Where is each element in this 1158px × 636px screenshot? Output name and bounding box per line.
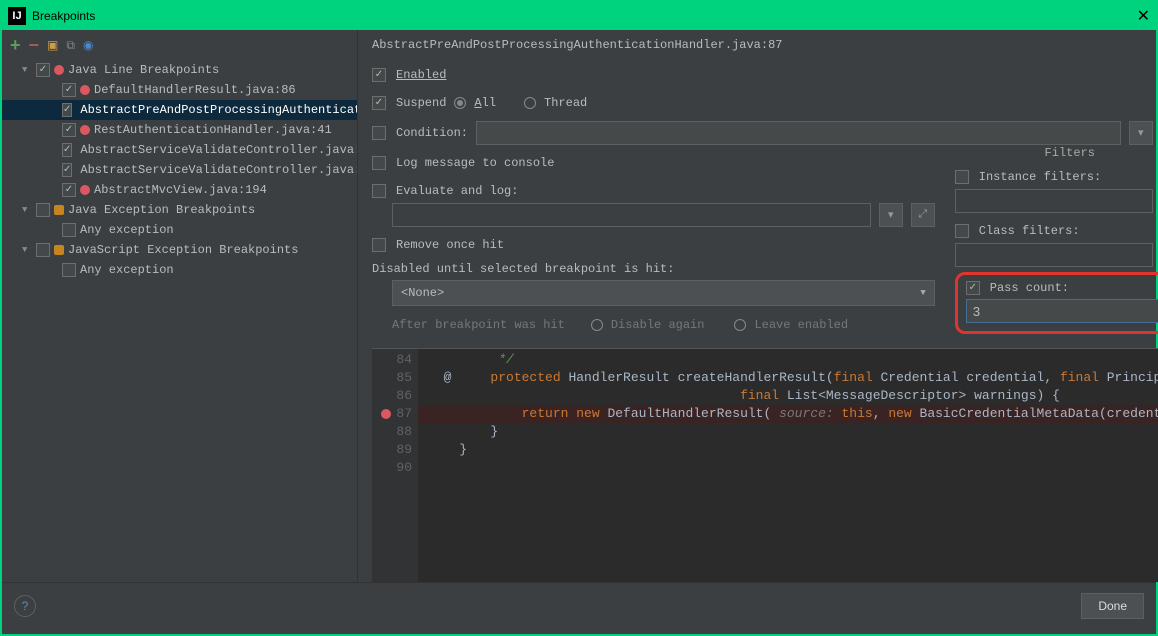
checkbox[interactable]	[62, 103, 72, 117]
pass-count-highlight: Pass count:	[955, 272, 1158, 334]
instance-filters-input[interactable]	[955, 189, 1153, 213]
checkbox[interactable]	[62, 143, 72, 157]
remove-breakpoint-icon[interactable]: −	[29, 35, 40, 56]
close-icon[interactable]: ✕	[1137, 6, 1150, 26]
checkbox[interactable]	[36, 203, 50, 217]
checkbox[interactable]	[36, 243, 50, 257]
breakpoint-dot-icon[interactable]	[381, 409, 391, 419]
checkbox[interactable]	[62, 223, 76, 237]
checkbox[interactable]	[62, 123, 76, 137]
enabled-checkbox[interactable]: Enabled	[372, 68, 446, 82]
checkbox[interactable]	[36, 63, 50, 77]
condition-input[interactable]	[476, 121, 1121, 145]
tree-item[interactable]: Any exception	[2, 260, 357, 280]
code-lines: */ @ protected HandlerResult createHandl…	[418, 349, 1158, 582]
tree-toolbar: + − ▣ ⧉ ◉	[2, 30, 357, 60]
evaluate-log-checkbox[interactable]: Evaluate and log:	[372, 184, 518, 198]
expand-icon[interactable]: ▼	[22, 245, 34, 255]
disabled-until-label: Disabled until selected breakpoint is hi…	[372, 262, 935, 276]
dialog-footer: ? Done	[2, 582, 1156, 628]
expand-icon[interactable]: ▼	[22, 65, 34, 75]
suspend-thread-radio[interactable]	[524, 97, 536, 109]
tree-item[interactable]: RestAuthenticationHandler.java:41	[2, 120, 357, 140]
evaluate-log-input[interactable]	[392, 203, 871, 227]
pass-count-checkbox[interactable]: Pass count:	[966, 281, 1158, 295]
toolbar-icon-2[interactable]: ⧉	[66, 38, 75, 53]
titlebar: IJ Breakpoints ✕	[2, 2, 1156, 30]
log-message-checkbox[interactable]: Log message to console	[372, 156, 554, 170]
tree-group-java-line[interactable]: ▼ Java Line Breakpoints	[2, 60, 357, 80]
filters-heading: Filters	[955, 146, 1158, 160]
exception-icon	[54, 205, 64, 215]
breakpoint-tree: ▼ Java Line Breakpoints DefaultHandlerRe…	[2, 60, 357, 582]
tree-item[interactable]: AbstractServiceValidateController.java:	[2, 140, 357, 160]
instance-filters-checkbox[interactable]: Instance filters:	[955, 170, 1101, 184]
group-label: Java Line Breakpoints	[68, 63, 219, 77]
suspend-checkbox[interactable]: Suspend	[372, 96, 446, 110]
group-label: JavaScript Exception Breakpoints	[68, 243, 298, 257]
tree-item-selected[interactable]: AbstractPreAndPostProcessingAuthenticat	[2, 100, 357, 120]
toolbar-icon-3[interactable]: ◉	[83, 38, 93, 52]
tree-group-java-exception[interactable]: ▼ Java Exception Breakpoints	[2, 200, 357, 220]
disable-again-radio[interactable]	[591, 319, 603, 331]
toolbar-icon-1[interactable]: ▣	[47, 38, 58, 52]
tree-item[interactable]: DefaultHandlerResult.java:86	[2, 80, 357, 100]
suspend-all-radio[interactable]	[454, 97, 466, 109]
breakpoint-title: AbstractPreAndPostProcessingAuthenticati…	[372, 38, 1158, 52]
checkbox[interactable]	[62, 163, 72, 177]
history-icon[interactable]: ▾	[879, 203, 903, 227]
class-filters-checkbox[interactable]: Class filters:	[955, 224, 1080, 238]
pass-count-input[interactable]	[966, 299, 1158, 323]
breakpoint-icon	[80, 125, 90, 135]
help-icon[interactable]: ?	[14, 595, 36, 617]
tree-item[interactable]: AbstractMvcView.java:194	[2, 180, 357, 200]
checkbox[interactable]	[62, 263, 76, 277]
class-filters-input[interactable]	[955, 243, 1153, 267]
disabled-until-select[interactable]: <None>	[392, 280, 935, 306]
tree-group-js-exception[interactable]: ▼ JavaScript Exception Breakpoints	[2, 240, 357, 260]
leave-enabled-radio[interactable]	[734, 319, 746, 331]
item-label: RestAuthenticationHandler.java:41	[94, 123, 332, 137]
condition-checkbox[interactable]: Condition:	[372, 126, 468, 140]
breakpoint-icon	[80, 185, 90, 195]
add-breakpoint-icon[interactable]: +	[10, 35, 21, 56]
item-label: Any exception	[80, 263, 174, 277]
item-label: AbstractPreAndPostProcessingAuthenticat	[80, 103, 357, 117]
done-button[interactable]: Done	[1081, 593, 1144, 619]
breakpoint-detail-pane: AbstractPreAndPostProcessingAuthenticati…	[358, 30, 1158, 582]
expand-icon[interactable]: ⤢	[911, 203, 935, 227]
exception-icon	[54, 245, 64, 255]
item-label: Any exception	[80, 223, 174, 237]
history-icon[interactable]: ▾	[1129, 121, 1153, 145]
tree-item[interactable]: AbstractServiceValidateController.java:	[2, 160, 357, 180]
window-title: Breakpoints	[32, 9, 95, 23]
item-label: AbstractServiceValidateController.java:	[80, 163, 357, 177]
item-label: AbstractServiceValidateController.java:	[80, 143, 357, 157]
tree-item[interactable]: Any exception	[2, 220, 357, 240]
checkbox[interactable]	[62, 183, 76, 197]
item-label: DefaultHandlerResult.java:86	[94, 83, 296, 97]
group-label: Java Exception Breakpoints	[68, 203, 255, 217]
remove-once-checkbox[interactable]: Remove once hit	[372, 238, 504, 252]
checkbox[interactable]	[62, 83, 76, 97]
gutter: 84 85 86 87 88 89 90	[372, 349, 418, 582]
breakpoints-tree-pane: + − ▣ ⧉ ◉ ▼ Java Line Breakpoints Defaul…	[2, 30, 358, 582]
app-icon: IJ	[8, 7, 26, 25]
breakpoint-icon	[80, 85, 90, 95]
after-hit-label: After breakpoint was hit	[392, 318, 565, 332]
expand-icon[interactable]: ▼	[22, 205, 34, 215]
code-preview: 84 85 86 87 88 89 90 */ @ protected Hand…	[372, 348, 1158, 582]
breakpoint-icon	[54, 65, 64, 75]
item-label: AbstractMvcView.java:194	[94, 183, 267, 197]
